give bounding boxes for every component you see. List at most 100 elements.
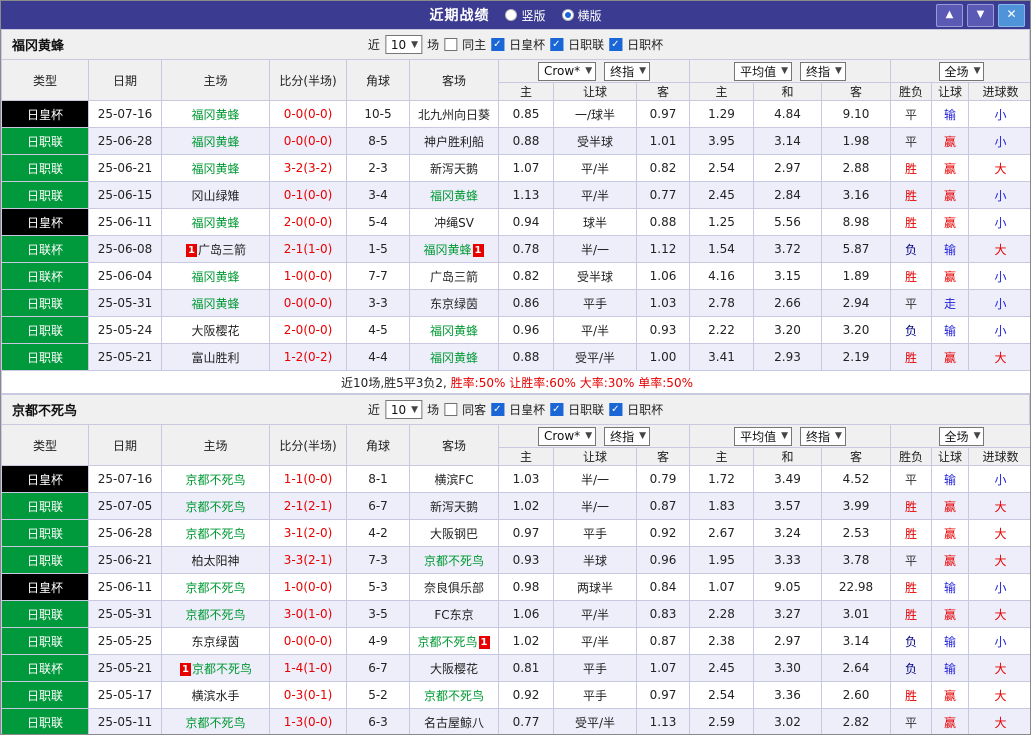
away-team-cell: 福冈黄蜂 — [409, 343, 499, 371]
odds-time-value: 终指 — [610, 64, 635, 79]
team-label: 柏太阳神 — [191, 553, 240, 568]
corner-score: 5-4 — [346, 208, 410, 236]
handicap-result-cell: 赢 — [931, 600, 970, 628]
cup-checkbox-league[interactable] — [550, 403, 564, 416]
goals-result-cell: 大 — [968, 600, 1030, 628]
summary-row: 近10场,胜5平3负2, 胜率:50% 让胜率:60% 大率:30% 单率:50… — [1, 370, 1030, 394]
avg-time-select[interactable]: 终指 ▼ — [800, 426, 846, 446]
goals-result-cell: 大 — [968, 546, 1030, 574]
match-row: 日职联 25-05-21 富山胜利 1-2(0-2) 4-4 福冈黄蜂 0.88 受平/半 1.… — [1, 343, 1030, 371]
corner-score: 4-5 — [346, 316, 410, 344]
scroll-down-button[interactable]: ▼ — [967, 4, 994, 27]
odds-time-select[interactable]: 终指 ▼ — [604, 61, 651, 81]
team-label: 京都不死鸟 — [185, 715, 246, 730]
near-label: 近 — [367, 38, 380, 52]
odds-home: 0.96 — [498, 316, 554, 344]
odds-source-select[interactable]: Crow* ▼ — [537, 426, 597, 446]
avg-draw: 3.49 — [753, 465, 823, 493]
avg-away: 1.89 — [821, 262, 892, 290]
home-team-cell: 福冈黄蜂 — [161, 289, 270, 317]
odds-handicap: 平手 — [553, 289, 637, 317]
home-team-cell: 冈山绿雉 — [161, 181, 270, 209]
recent-count-select[interactable]: 10 ▼ — [384, 35, 423, 54]
chevron-down-icon: ▼ — [585, 66, 593, 76]
cup-checkbox-leaguecup[interactable] — [609, 38, 623, 51]
result-cell: 平 — [890, 127, 933, 155]
away-team-cell: 京都不死鸟 1 — [409, 627, 499, 655]
odds-source-select[interactable]: Crow* ▼ — [537, 61, 597, 81]
layout-radio-horizontal[interactable]: 横版 — [561, 7, 602, 24]
avg-draw: 2.97 — [753, 154, 823, 182]
odds-handicap: 半/一 — [553, 235, 637, 263]
odds-home: 0.81 — [498, 654, 554, 682]
chevron-down-icon: ▼ — [835, 431, 842, 441]
cup-checkbox-leaguecup[interactable] — [609, 403, 623, 416]
match-date: 25-06-08 — [88, 235, 162, 263]
same-venue-checkbox[interactable] — [444, 38, 458, 51]
close-button[interactable]: ✕ — [998, 4, 1025, 27]
cup-label-league: 日职联 — [568, 38, 605, 52]
odds-away: 0.97 — [635, 100, 691, 128]
home-team-cell: 福冈黄蜂 — [161, 154, 270, 182]
team-label: 神户胜利船 — [423, 134, 484, 149]
handicap-result-cell: 输 — [931, 235, 970, 263]
team-label: 京都不死鸟 — [185, 526, 246, 541]
arrow-up-icon: ▲ — [945, 9, 954, 20]
scroll-up-button[interactable]: ▲ — [936, 4, 963, 27]
match-type-cell: 日职联 — [1, 343, 89, 371]
near-label: 近 — [367, 403, 380, 417]
avg-source-select[interactable]: 平均值 ▼ — [734, 61, 793, 81]
odds-handicap: 平/半 — [553, 316, 637, 344]
subheader-odds-away: 客 — [635, 82, 691, 101]
result-cell: 胜 — [890, 681, 933, 709]
red-card-badge: 1 — [478, 635, 490, 649]
match-row: 日职联 25-05-25 东京绿茵 0-0(0-0) 4-9 京都不死鸟 1 1.02 平/半 0… — [1, 627, 1030, 655]
match-row: 日联杯 25-06-08 1 广岛三箭 2-1(1-0) 1-5 福冈黄蜂 1 0.78 半/一 1… — [1, 235, 1030, 263]
odds-away: 0.87 — [635, 492, 691, 520]
result-cell: 平 — [890, 708, 933, 734]
games-label: 场 — [427, 38, 440, 52]
odds-handicap: 平/半 — [553, 154, 637, 182]
handicap-result-cell: 输 — [931, 573, 970, 601]
avg-source-select[interactable]: 平均值 ▼ — [734, 426, 793, 446]
result-cell: 胜 — [890, 181, 933, 209]
avg-draw: 3.30 — [753, 654, 823, 682]
chevron-down-icon: ▼ — [639, 66, 647, 76]
radio-selected-icon[interactable] — [561, 9, 574, 21]
match-date: 25-05-17 — [88, 681, 162, 709]
cup-checkbox-league[interactable] — [550, 38, 564, 51]
result-cell: 平 — [890, 546, 933, 574]
away-team-cell: 新泻天鹅 — [409, 492, 499, 520]
layout-radio-vertical[interactable]: 竖版 — [505, 7, 546, 24]
cup-checkbox-emperor[interactable] — [491, 38, 505, 51]
recent-count-select[interactable]: 10 ▼ — [384, 400, 423, 419]
team-label: 福冈黄蜂 — [191, 107, 240, 122]
odds-time-select[interactable]: 终指 ▼ — [604, 426, 651, 446]
col-header-type: 类型 — [1, 59, 89, 101]
odds-away: 0.77 — [635, 181, 691, 209]
col-header-result: 胜负 — [890, 82, 933, 101]
scope-select[interactable]: 全场 ▼ — [938, 426, 985, 446]
col-header-handicap-result: 让球 — [931, 447, 970, 466]
chevron-down-icon: ▼ — [411, 39, 419, 50]
corner-score: 4-9 — [346, 627, 410, 655]
match-date: 25-05-31 — [88, 289, 162, 317]
arrow-down-icon: ▼ — [976, 9, 985, 20]
away-team-cell: 北九州向日葵 — [409, 100, 499, 128]
team-label: 福冈黄蜂 — [191, 269, 240, 284]
cup-checkbox-emperor[interactable] — [491, 403, 505, 416]
scope-select[interactable]: 全场 ▼ — [938, 61, 985, 81]
radio-icon[interactable] — [505, 9, 518, 21]
col-header-away: 客场 — [409, 424, 499, 466]
avg-time-select[interactable]: 终指 ▼ — [800, 61, 846, 81]
same-venue-checkbox[interactable] — [444, 403, 458, 416]
team-label: 福冈黄蜂 — [423, 242, 472, 257]
away-team-cell: 福冈黄蜂 — [409, 181, 499, 209]
red-card-badge: 1 — [179, 662, 191, 676]
avg-draw: 3.33 — [753, 546, 823, 574]
team-label: 京都不死鸟 — [185, 607, 246, 622]
odds-home: 0.98 — [498, 573, 554, 601]
goals-result-cell: 大 — [968, 519, 1030, 547]
team-label: 京都不死鸟 — [417, 634, 478, 649]
avg-home: 1.72 — [689, 465, 755, 493]
